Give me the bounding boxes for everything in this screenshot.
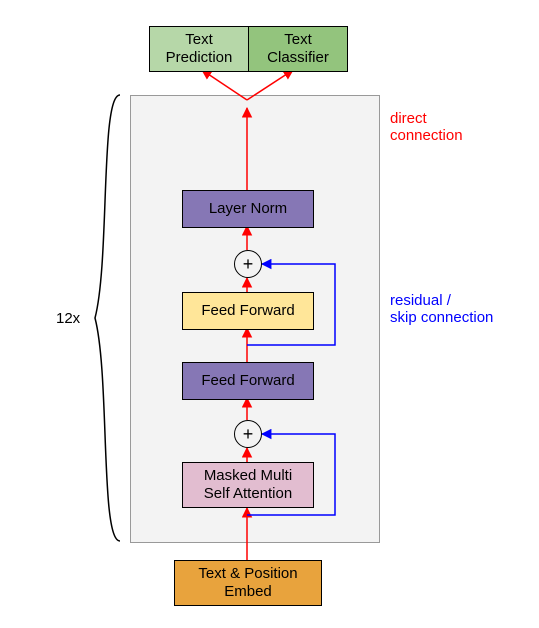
- embed-block: Text & Position Embed: [174, 560, 322, 606]
- feedforward-2-block: Feed Forward: [182, 292, 314, 330]
- cls-label: Text Classifier: [267, 31, 329, 67]
- plus-1: +: [234, 420, 262, 448]
- repeat-label: 12x: [56, 310, 80, 327]
- ln-label: Layer Norm: [209, 200, 287, 218]
- plus-1-sym: +: [243, 424, 254, 445]
- plus-2: +: [234, 250, 262, 278]
- layernorm-block: Layer Norm: [182, 190, 314, 228]
- direct-connection-label: direct connection: [390, 110, 463, 144]
- residual-connection-label: residual / skip connection: [390, 292, 493, 326]
- pred-label: Text Prediction: [166, 31, 233, 67]
- text-prediction-head: Text Prediction: [149, 26, 249, 72]
- feedforward-1-block: Feed Forward: [182, 362, 314, 400]
- ff1-label: Feed Forward: [201, 372, 294, 390]
- plus-2-sym: +: [243, 254, 254, 275]
- text-classifier-head: Text Classifier: [248, 26, 348, 72]
- architecture-diagram: Text & Position Embed Masked Multi Self …: [0, 0, 539, 628]
- masked-attention-block: Masked Multi Self Attention: [182, 462, 314, 508]
- embed-label: Text & Position Embed: [198, 565, 297, 601]
- ff2-label: Feed Forward: [201, 302, 294, 320]
- masked-label: Masked Multi Self Attention: [204, 467, 292, 503]
